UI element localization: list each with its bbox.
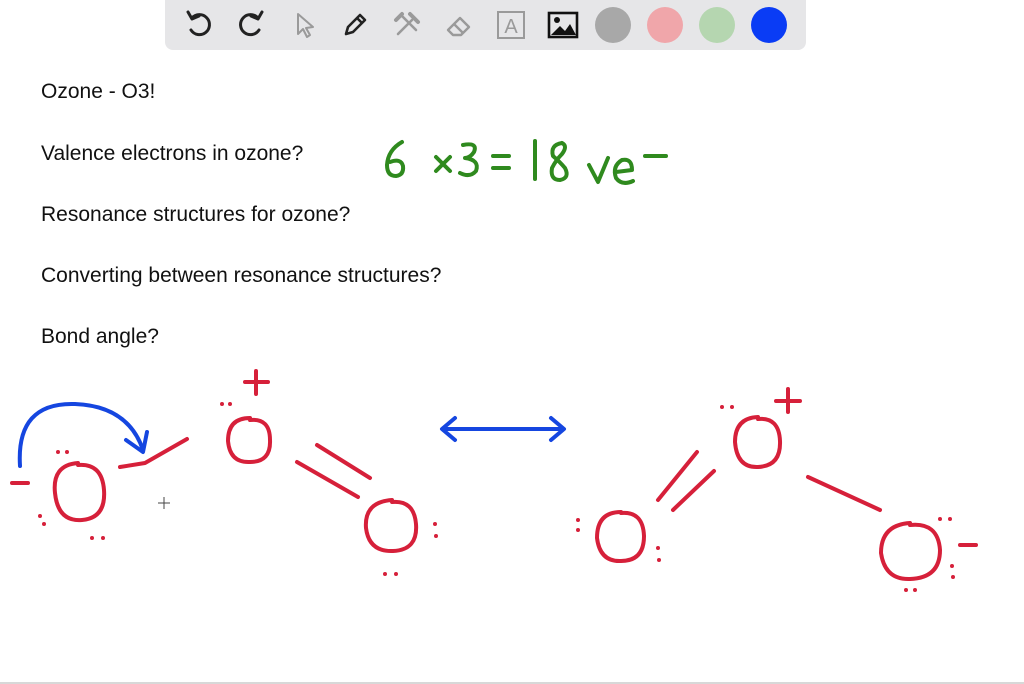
double-bond-a (295, 460, 360, 499)
resonance-structure-2 (595, 387, 978, 582)
oxygen-top-right (733, 415, 783, 470)
lone-pairs-right (576, 405, 955, 592)
double-bond-b (315, 443, 372, 480)
plus-charge-right (774, 387, 802, 414)
oxygen-left-right (595, 510, 646, 564)
drawing-canvas[interactable] (0, 0, 1024, 684)
oxygen-top-left (226, 416, 273, 465)
resonance-structure-1 (10, 369, 419, 554)
electron-push-arrow (17, 401, 149, 468)
oxygen-right-right (879, 521, 942, 582)
crosshair-cursor-icon (158, 497, 170, 509)
oxygen-left (52, 461, 107, 523)
resonance-arrow (440, 416, 566, 442)
plus-charge-left (243, 369, 270, 396)
oxygen-right (363, 498, 419, 554)
valence-equation-ink (385, 139, 668, 185)
single-bond-right (806, 475, 882, 512)
